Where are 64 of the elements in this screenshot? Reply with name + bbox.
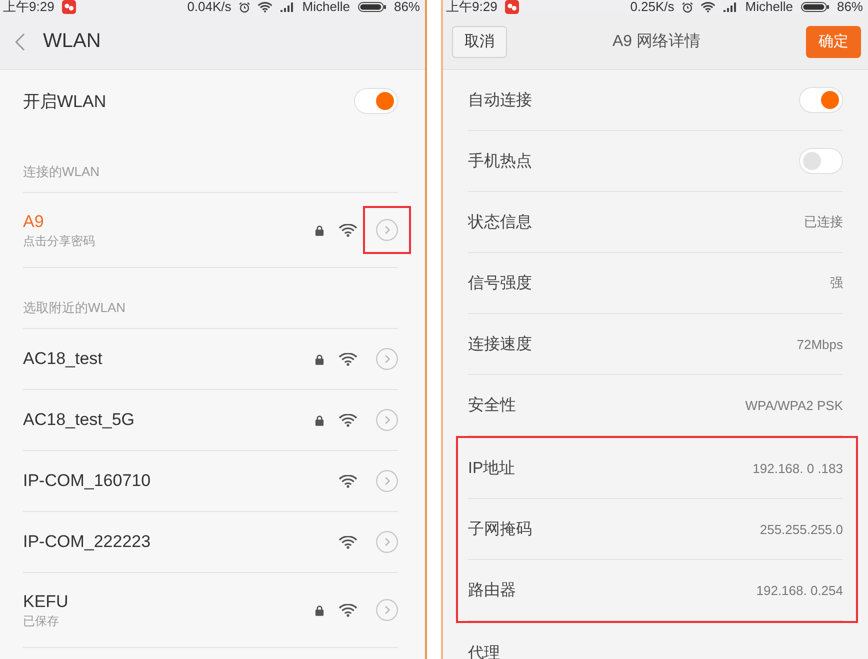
wifi-signal-icon: [339, 604, 357, 616]
toggle-switch[interactable]: [799, 148, 843, 174]
detail-label: 子网掩码: [468, 520, 532, 540]
chevron-left-icon[interactable]: [15, 32, 25, 50]
chevron-circle-icon[interactable]: [376, 348, 398, 370]
wifi-icon: [701, 2, 716, 12]
wifi-signal-icon: [339, 224, 357, 236]
battery-percent: 86%: [394, 0, 420, 14]
toggle-switch[interactable]: [354, 88, 398, 114]
section-header: 连接的WLAN: [23, 164, 100, 179]
network-name: IP-COM_160710: [23, 470, 151, 492]
battery-icon: [800, 2, 829, 12]
wifi-signal-icon: [339, 414, 357, 426]
detail-label: 连接速度: [468, 334, 532, 354]
alarm-icon: [239, 2, 250, 12]
setting-label: 开启WLAN: [23, 90, 106, 112]
wifi-signal-icon: [339, 536, 357, 548]
network-name: IP-COM_222223: [23, 531, 151, 553]
detail-value: 已连接: [804, 213, 843, 231]
wifi-signal-icon: [339, 352, 357, 366]
detail-value: WPA/WPA2 PSK: [745, 398, 843, 412]
app-notification-icon: [62, 0, 76, 14]
detail-value: 强: [830, 274, 843, 292]
carrier-name: Michelle: [745, 0, 793, 14]
screen-title: WLAN: [43, 30, 101, 53]
chevron-circle-icon[interactable]: [376, 599, 398, 621]
alarm-icon: [682, 2, 694, 12]
signal-icon: [723, 2, 738, 12]
battery-percent: 86%: [836, 0, 863, 14]
detail-label: 安全性: [468, 396, 516, 416]
detail-value: 72Mbps: [796, 336, 843, 352]
network-name: A9: [23, 210, 44, 232]
network-name: KEFU: [23, 590, 68, 612]
detail-label: 状态信息: [468, 212, 532, 232]
signal-icon: [280, 2, 294, 12]
toggle-switch[interactable]: [799, 87, 843, 113]
detail-value: 255.255.255.0: [760, 522, 843, 536]
detail-label: 手机热点: [468, 152, 532, 172]
chevron-circle-icon[interactable]: [376, 470, 398, 492]
network-name: AC18_test: [23, 348, 102, 370]
detail-label: IP地址: [468, 458, 516, 478]
network-subtitle: 已保存: [23, 612, 59, 630]
network-name: AC18_test_5G: [23, 409, 135, 431]
detail-label: 路由器: [468, 580, 516, 600]
battery-icon: [358, 2, 386, 12]
status-time: 上午9:29: [446, 0, 498, 14]
network-subtitle: 点击分享密码: [23, 232, 95, 250]
section-header: 选取附近的WLAN: [23, 300, 126, 315]
chevron-circle-icon[interactable]: [376, 531, 398, 553]
chevron-circle-icon[interactable]: [376, 219, 398, 241]
app-notification-icon: [505, 0, 520, 14]
carrier-name: Michelle: [302, 0, 350, 14]
cancel-button[interactable]: 取消: [452, 26, 507, 58]
detail-label: 信号强度: [468, 274, 532, 294]
detail-value: 192.168. 0 .183: [752, 460, 843, 476]
wifi-icon: [258, 2, 272, 12]
network-speed: 0.04K/s: [187, 0, 232, 14]
detail-value: 192.168. 0.254: [756, 582, 843, 598]
chevron-circle-icon[interactable]: [376, 409, 398, 431]
network-speed: 0.25K/s: [630, 0, 674, 14]
status-time: 上午9:29: [3, 0, 54, 14]
wifi-signal-icon: [339, 474, 357, 488]
screen-title: A9 网络详情: [612, 32, 700, 52]
detail-label: 自动连接: [468, 90, 532, 110]
